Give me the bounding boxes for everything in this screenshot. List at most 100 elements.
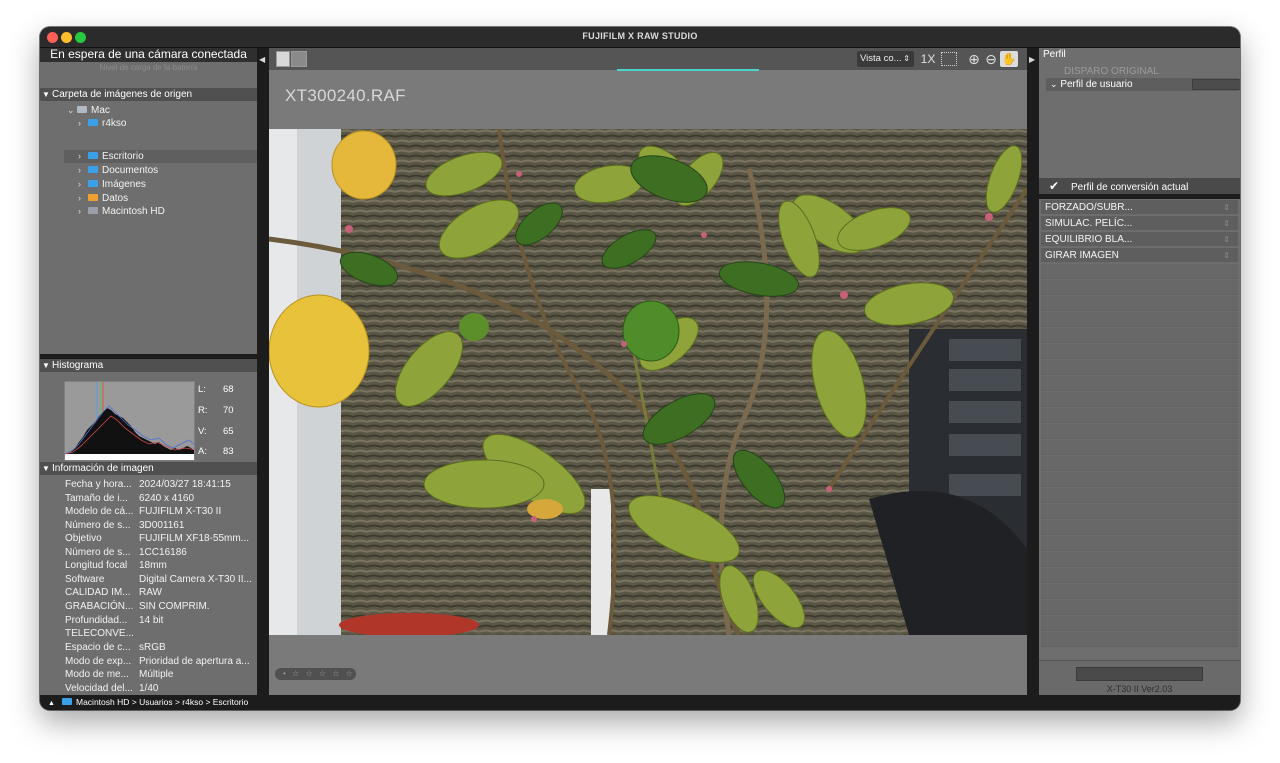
info-value: sRGB	[139, 642, 166, 653]
tree-item-documentos[interactable]: › Documentos	[78, 164, 158, 177]
computer-icon	[77, 106, 87, 113]
zoom-out-icon[interactable]: ⊖	[983, 51, 999, 67]
current-profile-label: Perfil de conversión actual	[1071, 182, 1189, 193]
image-info-header[interactable]: ▼ Información de imagen	[40, 462, 257, 475]
viewer-toolbar: Vista co... ⇕ 1X ⊕ ⊖ ✋	[269, 48, 1027, 70]
info-value: 3D001161	[139, 520, 185, 531]
info-row: Espacio de c... sRGB	[65, 641, 255, 654]
info-row: TELECONVE...	[65, 627, 255, 640]
empty-param-row	[1041, 280, 1238, 295]
user-profile-box	[1192, 79, 1240, 90]
triangle-left-icon: ◀	[259, 55, 266, 64]
home-folder-icon	[88, 119, 98, 126]
info-value: Múltiple	[139, 669, 174, 680]
param-white-balance[interactable]: EQUILIBRIO BLA... ⇕	[1041, 232, 1238, 247]
info-value: 2024/03/27 18:41:15	[139, 479, 231, 490]
info-row: Profundidad... 14 bit	[65, 614, 255, 627]
checkmark-icon: ✔	[1049, 179, 1060, 193]
empty-param-row	[1041, 376, 1238, 391]
tree-item-label: Escritorio	[102, 151, 144, 162]
fit-screen-icon[interactable]	[941, 52, 957, 66]
chevron-right-icon[interactable]: ›	[78, 117, 88, 130]
param-push-pull[interactable]: FORZADO/SUBR... ⇕	[1041, 200, 1238, 215]
original-shot-item[interactable]: DISPARO ORIGINAL	[1064, 66, 1159, 77]
collapse-right-panel-button[interactable]: ▶	[1027, 48, 1039, 695]
external-drive-icon	[88, 194, 98, 201]
empty-param-row	[1041, 504, 1238, 519]
param-label: GIRAR IMAGEN	[1045, 250, 1119, 261]
param-film-simulation[interactable]: SIMULAC. PELÍC... ⇕	[1041, 216, 1238, 231]
histogram-gradient-bar	[65, 454, 194, 460]
tree-item-mac[interactable]: ⌄ Mac	[67, 104, 110, 117]
star-rating[interactable]: • ☆ ☆ ☆ ☆ ☆	[275, 668, 356, 680]
chevron-right-icon[interactable]: ›	[78, 178, 88, 191]
profile-header: Perfil	[1043, 49, 1066, 60]
camera-version-area: X-T30 II Ver2.03	[1039, 660, 1240, 695]
tree-item-escritorio[interactable]: › Escritorio	[78, 150, 144, 163]
chevron-right-icon[interactable]: ›	[78, 150, 88, 163]
empty-param-row	[1041, 344, 1238, 359]
info-key: Fecha y hora...	[65, 479, 132, 490]
info-row: GRABACIÓN... SIN COMPRIM.	[65, 600, 255, 613]
right-panel: Perfil DISPARO ORIGINAL ⌄ Perfil de usua…	[1039, 48, 1240, 695]
loading-progress-bar	[617, 69, 759, 71]
tree-item-datos[interactable]: › Datos	[78, 192, 128, 205]
empty-param-row	[1041, 632, 1238, 647]
user-profile-row[interactable]: ⌄ Perfil de usuario	[1046, 78, 1240, 91]
empty-param-row	[1041, 296, 1238, 311]
param-label: FORZADO/SUBR...	[1045, 202, 1133, 213]
folder-icon	[62, 698, 72, 705]
empty-param-row	[1041, 552, 1238, 567]
image-filename: XT300240.RAF	[285, 86, 406, 105]
empty-param-row	[1041, 424, 1238, 439]
image-viewer: Vista co... ⇕ 1X ⊕ ⊖ ✋ XT300240.RAF • ☆ …	[269, 48, 1027, 695]
zoom-in-icon[interactable]: ⊕	[966, 51, 982, 67]
updown-chevron-icon: ⇕	[1223, 251, 1230, 260]
info-value: RAW	[139, 587, 162, 598]
hand-tool-icon[interactable]: ✋	[1000, 51, 1018, 67]
chevron-right-icon[interactable]: ›	[78, 205, 88, 218]
chevron-right-icon[interactable]: ›	[78, 192, 88, 205]
info-value: 1CC16186	[139, 547, 187, 558]
info-key: Modelo de cá...	[65, 506, 134, 517]
updown-chevron-icon: ⇕	[903, 54, 910, 63]
chevron-right-icon[interactable]: ›	[78, 164, 88, 177]
tree-item-r4kso[interactable]: › r4kso	[78, 117, 126, 130]
single-view-icon[interactable]	[276, 51, 290, 67]
source-folder-header[interactable]: ▼ Carpeta de imágenes de origen	[40, 88, 257, 101]
folder-icon	[88, 152, 98, 159]
camera-connect-box[interactable]	[1076, 667, 1203, 681]
info-value: 6240 x 4160	[139, 493, 195, 504]
tree-item-label: Mac	[91, 105, 110, 116]
view-mode-select[interactable]: Vista co... ⇕	[857, 51, 914, 67]
tree-item-macintosh-hd[interactable]: › Macintosh HD	[78, 205, 165, 218]
chevron-down-icon[interactable]: ⌄	[67, 104, 77, 117]
camera-firmware-version: X-T30 II Ver2.03	[1106, 684, 1173, 694]
empty-param-row	[1041, 456, 1238, 471]
current-conversion-profile-row[interactable]: ✔ Perfil de conversión actual	[1039, 178, 1240, 194]
disk-icon	[88, 207, 98, 214]
empty-param-row	[1041, 600, 1238, 615]
histogram-chart	[65, 382, 194, 460]
info-key: Tamaño de i...	[65, 493, 128, 504]
info-key: CALIDAD IM...	[65, 587, 131, 598]
tree-item-label: Macintosh HD	[102, 206, 165, 217]
window-title: FUJIFILM X RAW STUDIO	[582, 31, 698, 41]
info-value: FUJIFILM X-T30 II	[139, 506, 222, 517]
photo-preview[interactable]	[269, 129, 1027, 635]
info-key: Número de s...	[65, 547, 131, 558]
tree-item-label: Imágenes	[102, 179, 146, 190]
info-key: Profundidad...	[65, 615, 128, 626]
histogram-header[interactable]: ▼ Histograma	[40, 359, 257, 372]
user-profile-label: Perfil de usuario	[1060, 79, 1133, 90]
tree-item-imagenes[interactable]: › Imágenes	[78, 178, 146, 191]
param-rotate-image[interactable]: GIRAR IMAGEN ⇕	[1041, 248, 1238, 263]
triangle-up-icon[interactable]: ▲	[48, 696, 62, 710]
collapse-left-panel-button[interactable]: ◀	[257, 48, 269, 695]
one-x-zoom-icon[interactable]: 1X	[919, 51, 937, 67]
info-value: Prioridad de apertura a...	[139, 656, 250, 667]
updown-chevron-icon: ⇕	[1223, 219, 1230, 228]
empty-param-row	[1041, 536, 1238, 551]
dual-view-icon[interactable]	[291, 51, 307, 67]
info-row: Tamaño de i... 6240 x 4160	[65, 492, 255, 505]
